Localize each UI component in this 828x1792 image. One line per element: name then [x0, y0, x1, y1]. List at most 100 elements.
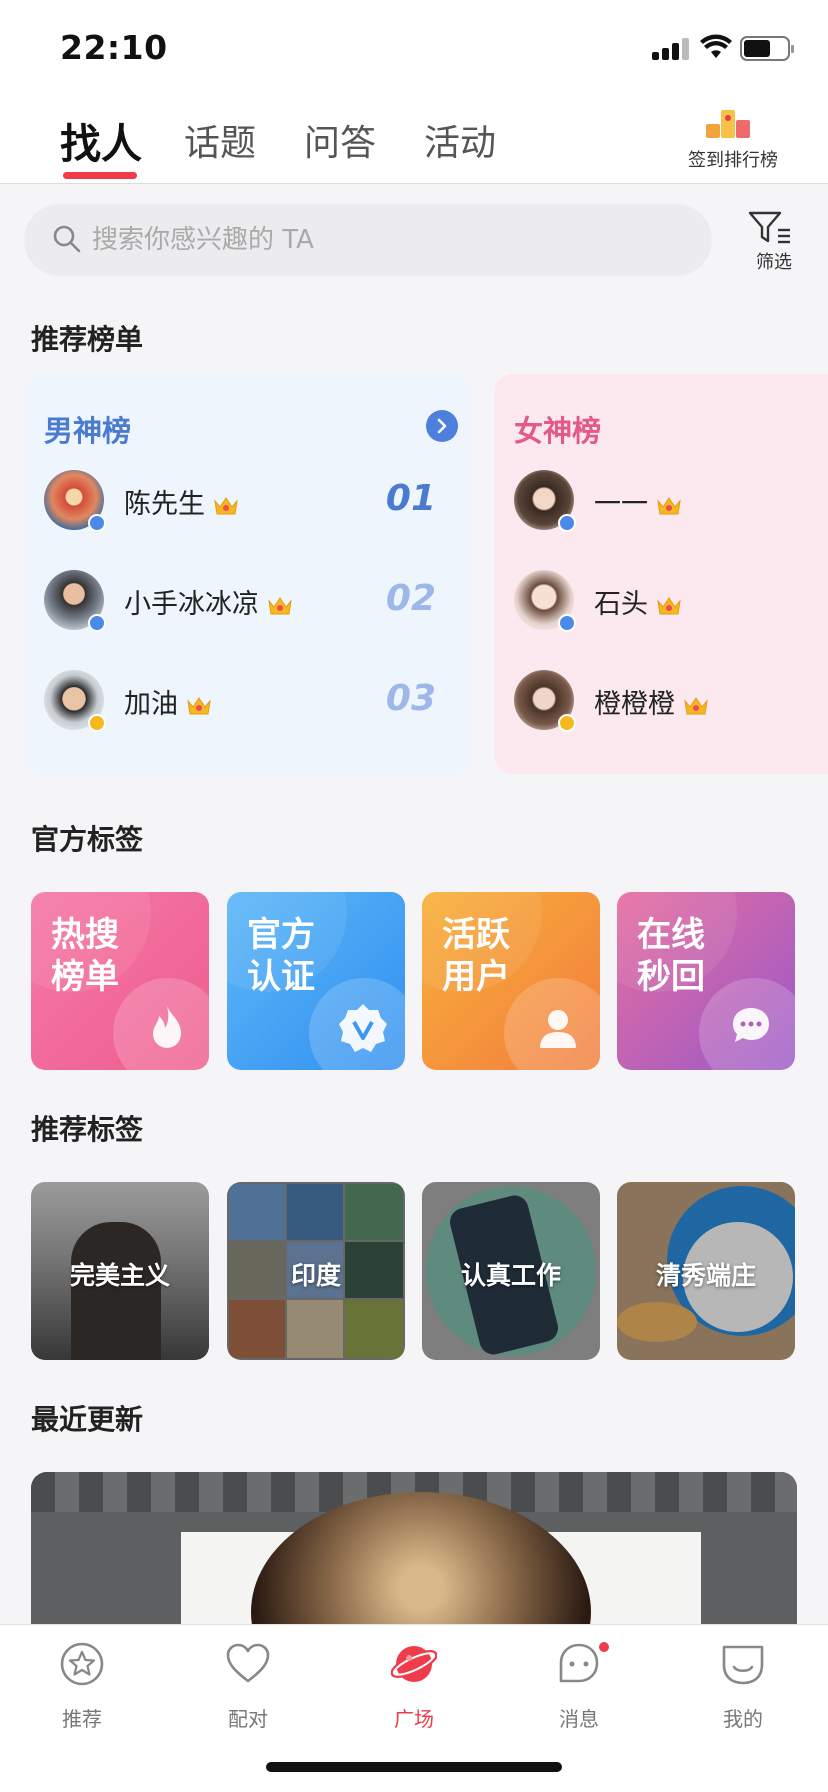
official-tag-line: 认证: [247, 957, 315, 997]
official-tag-hot-search[interactable]: 热搜 榜单: [31, 892, 209, 1070]
tab-find-people[interactable]: 找人: [60, 110, 142, 170]
official-tag-verified[interactable]: 官方 认证: [227, 892, 405, 1070]
male-rank-row-2[interactable]: 小手冰冰凉 02: [44, 570, 464, 634]
tabbar-recommend[interactable]: 推荐: [27, 1641, 137, 1741]
crown-icon: [657, 496, 681, 514]
rank-number: 01: [385, 478, 436, 519]
avatar: [44, 570, 106, 632]
tabbar-messages[interactable]: 消息: [524, 1641, 634, 1741]
crown-icon: [657, 596, 681, 614]
rank-name: 橙橙橙: [594, 682, 709, 721]
tabbar-label: 我的: [723, 1707, 763, 1731]
tabbar-profile[interactable]: 我的: [688, 1641, 798, 1741]
recommend-tag-serious-work[interactable]: 认真工作: [422, 1182, 600, 1360]
rank-name-text: 一一: [594, 489, 648, 520]
active-tab-indicator: [63, 172, 137, 179]
recommend-tag-label: 完美主义: [69, 1261, 170, 1290]
tabbar-plaza[interactable]: 广场: [359, 1641, 469, 1741]
recommend-tag-elegant[interactable]: 清秀端庄: [617, 1182, 795, 1360]
rank-name: 陈先生: [124, 482, 239, 521]
section-title-recommend-tags: 推荐标签: [31, 1113, 144, 1146]
section-title-recent: 最近更新: [31, 1403, 144, 1436]
avatar: [514, 570, 576, 632]
rank-name-text: 石头: [594, 589, 648, 620]
verified-badge-icon: [88, 614, 106, 632]
checkin-ranking-button[interactable]: 签到排行榜: [668, 106, 798, 176]
star-icon: [60, 1642, 104, 1686]
tabbar-label: 配对: [228, 1707, 268, 1731]
male-ranking-more-button[interactable]: [426, 410, 458, 442]
rank-name-text: 小手冰冰凉: [124, 589, 259, 620]
official-tag-line: 在线: [637, 915, 705, 955]
rank-name: 加油: [124, 682, 212, 721]
female-rank-row-2[interactable]: 石头: [514, 570, 828, 634]
recommend-tag-label: 认真工作: [460, 1261, 561, 1290]
female-rank-row-1[interactable]: 一一: [514, 470, 828, 534]
recent-post-image[interactable]: [31, 1472, 797, 1632]
official-tag-label: 官方 认证: [247, 914, 367, 998]
tabbar-label: 消息: [559, 1707, 599, 1731]
search-bar[interactable]: [24, 204, 712, 276]
rank-name-text: 陈先生: [124, 489, 205, 520]
status-time: 22:10: [60, 28, 168, 67]
filter-icon: [748, 211, 790, 244]
search-icon: [53, 225, 81, 253]
official-tag-line: 热搜: [51, 915, 119, 955]
user-icon: [540, 1010, 576, 1048]
avatar: [514, 670, 576, 732]
verified-badge-icon: [88, 714, 106, 732]
verified-badge-icon: [558, 514, 576, 532]
heart-icon: [226, 1643, 270, 1683]
official-tag-label: 活跃 用户: [442, 914, 562, 998]
crown-icon: [214, 496, 238, 514]
male-ranking-card[interactable]: 男神榜 陈先生 01 小手冰冰凉 02 加油 03: [24, 374, 472, 774]
rank-number: 02: [385, 578, 436, 619]
rank-name-text: 橙橙橙: [594, 689, 675, 720]
avatar: [514, 470, 576, 532]
female-ranking-card[interactable]: 女神榜 一一 石头 橙橙橙: [494, 374, 828, 774]
flame-icon: [153, 1006, 181, 1048]
official-tag-label: 热搜 榜单: [51, 914, 171, 998]
verified-badge-icon: [558, 614, 576, 632]
podium-icon: [706, 110, 750, 138]
chevron-right-icon: [437, 418, 447, 434]
top-nav: 找人 话题 问答 活动 签到排行榜: [0, 92, 828, 184]
tabbar-label: 推荐: [62, 1707, 102, 1731]
tabbar-match[interactable]: 配对: [193, 1641, 303, 1741]
cellular-signal-icon: [652, 38, 690, 60]
avatar: [44, 470, 106, 532]
checkin-ranking-label: 签到排行榜: [688, 150, 778, 171]
search-input[interactable]: [92, 214, 672, 266]
filter-label: 筛选: [756, 252, 792, 273]
male-rank-row-3[interactable]: 加油 03: [44, 670, 464, 734]
tab-topics[interactable]: 话题: [184, 114, 256, 166]
avatar: [44, 670, 106, 732]
crown-icon: [684, 696, 708, 714]
official-tag-line: 秒回: [637, 957, 705, 997]
rank-name: 小手冰冰凉: [124, 582, 293, 621]
male-rank-row-1[interactable]: 陈先生 01: [44, 470, 464, 534]
official-tag-label: 在线 秒回: [637, 914, 757, 998]
recommend-tag-perfectionism[interactable]: 完美主义: [31, 1182, 209, 1360]
official-tag-online-reply[interactable]: 在线 秒回: [617, 892, 795, 1070]
rank-name-text: 加油: [124, 689, 178, 720]
verified-badge-icon: [558, 714, 576, 732]
filter-button[interactable]: 筛选: [742, 208, 806, 276]
status-bar: 22:10: [0, 0, 828, 92]
verified-badge-icon: [88, 514, 106, 532]
recommend-tag-india[interactable]: 印度: [227, 1182, 405, 1360]
official-tag-line: 榜单: [51, 957, 119, 997]
tab-activities[interactable]: 活动: [424, 114, 496, 166]
planet-icon: [391, 1646, 437, 1682]
home-indicator[interactable]: [266, 1762, 562, 1772]
message-icon: [559, 1642, 609, 1683]
female-rank-row-3[interactable]: 橙橙橙: [514, 670, 828, 734]
wifi-icon: [700, 34, 732, 58]
crown-icon: [187, 696, 211, 714]
official-tag-line: 官方: [247, 915, 315, 955]
official-tag-active-users[interactable]: 活跃 用户: [422, 892, 600, 1070]
section-title-ranking: 推荐榜单: [31, 323, 144, 356]
profile-icon: [722, 1645, 764, 1685]
tab-qa[interactable]: 问答: [304, 114, 376, 166]
recommend-tag-label: 印度: [290, 1261, 341, 1290]
